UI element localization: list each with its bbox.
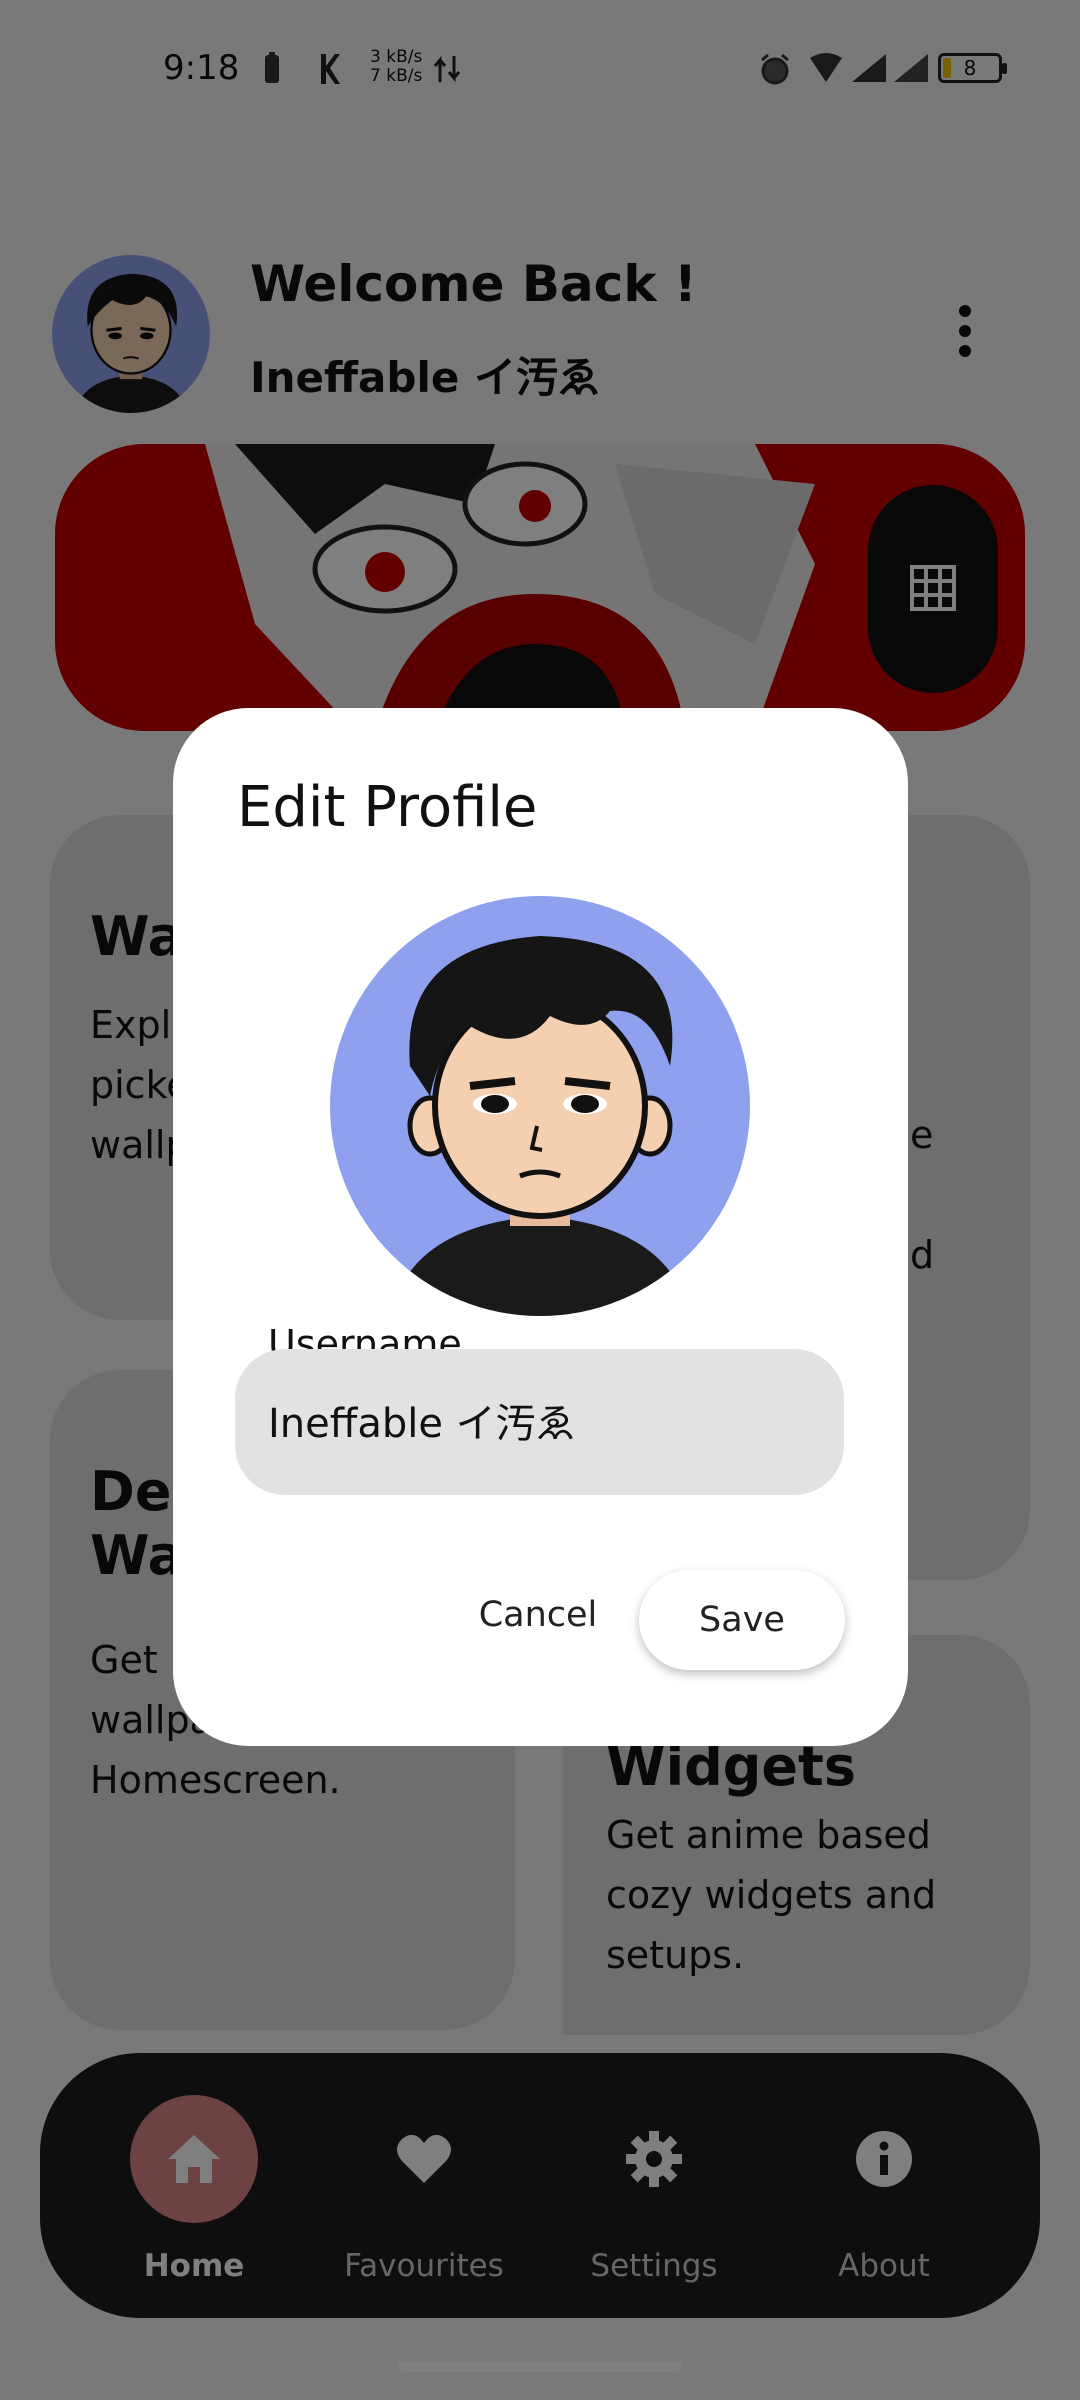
edit-profile-dialog: Edit Profile Username Ineffable イ汚ゑ Canc… xyxy=(173,708,908,1746)
save-button[interactable]: Save xyxy=(639,1570,845,1670)
app-screen: 9:18 3 kB/s 7 kB/s 8 Welc xyxy=(0,0,1080,2400)
avatar-illustration xyxy=(390,936,690,1316)
username-value: Ineffable イ汚ゑ xyxy=(268,1401,576,1447)
dialog-avatar[interactable] xyxy=(330,896,750,1316)
dialog-title: Edit Profile xyxy=(237,775,538,840)
username-input[interactable]: Ineffable イ汚ゑ xyxy=(235,1349,844,1495)
cancel-button[interactable]: Cancel xyxy=(453,1570,623,1660)
